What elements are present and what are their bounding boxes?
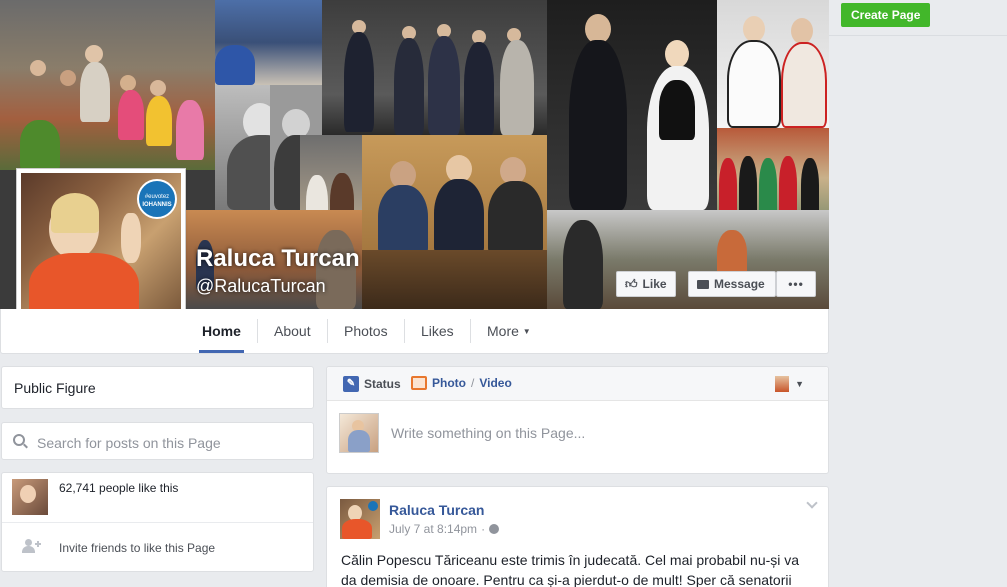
cover-tile-desk — [362, 250, 547, 309]
message-button[interactable]: Message — [688, 271, 776, 297]
cover-tile-meeting — [362, 135, 547, 250]
tab-more[interactable]: More ▼ — [471, 309, 547, 353]
post-author-avatar[interactable] — [340, 499, 380, 539]
post-meta: July 7 at 8:14pm · — [389, 522, 500, 536]
page-title[interactable]: Raluca Turcan — [196, 245, 360, 273]
search-icon-handle — [23, 443, 28, 449]
post-options-chevron-icon[interactable] — [806, 497, 818, 509]
message-icon — [697, 279, 709, 289]
composer-header: ✎ Status Photo / Video ▼ — [327, 367, 828, 401]
more-options-button[interactable]: ••• — [776, 271, 816, 297]
post-author-name[interactable]: Raluca Turcan — [389, 502, 484, 518]
page-category[interactable]: Public Figure — [14, 380, 96, 396]
photo-video-tab[interactable]: Photo / Video — [411, 376, 512, 390]
cover-tile-folk-duo — [717, 0, 829, 128]
thumbs-up-icon: 👍︎ — [625, 276, 638, 291]
cover-tile-keyboard — [215, 0, 322, 85]
pencil-icon: ✎ — [343, 376, 359, 392]
status-tab[interactable]: ✎ Status — [343, 376, 401, 392]
post-text: Călin Popescu Tăriceanu este trimis în j… — [341, 552, 800, 587]
composer-avatar — [339, 413, 379, 453]
divider — [2, 522, 313, 523]
composer-input[interactable]: Write something on this Page... — [391, 425, 585, 441]
post-timestamp[interactable]: July 7 at 8:14pm — [389, 522, 477, 536]
page-avatar-small — [775, 376, 790, 392]
create-page-button[interactable]: Create Page — [841, 3, 931, 27]
page-nav: Home About Photos Likes More ▼ — [0, 309, 829, 354]
tab-about[interactable]: About — [258, 309, 327, 353]
page-handle[interactable]: @RalucaTurcan — [196, 276, 326, 297]
caret-down-icon: ▼ — [795, 379, 804, 389]
cover-tile-crowd — [0, 0, 215, 170]
tab-home[interactable]: Home — [199, 309, 244, 353]
tab-likes[interactable]: Likes — [405, 309, 470, 353]
photo-icon — [411, 376, 427, 390]
post-as-selector[interactable]: ▼ — [775, 376, 804, 392]
globe-icon — [489, 524, 500, 534]
composer: ✎ Status Photo / Video ▼ Write something… — [326, 366, 829, 474]
liker-avatar[interactable] — [12, 479, 48, 515]
likes-count[interactable]: 62,741 people like this — [59, 481, 178, 495]
post: Raluca Turcan July 7 at 8:14pm · Călin P… — [326, 486, 829, 587]
search-posts-input[interactable]: Search for posts on this Page — [37, 435, 221, 451]
like-button[interactable]: 👍︎ Like — [616, 271, 676, 297]
invite-friends-link[interactable]: Invite friends to like this Page — [59, 541, 215, 555]
campaign-badge: #euvotez IOHANNIS — [137, 179, 177, 219]
add-friend-icon — [22, 539, 41, 553]
right-rail: Create Page — [829, 0, 1007, 587]
cover-tile-president — [547, 0, 717, 210]
category-card: Public Figure — [1, 366, 314, 409]
search-card: Search for posts on this Page — [1, 422, 314, 460]
cover-tile-stage — [322, 0, 547, 135]
caret-down-icon: ▼ — [522, 327, 531, 336]
tab-photos[interactable]: Photos — [328, 309, 404, 353]
right-rail-divider — [829, 35, 1007, 36]
ellipsis-icon: ••• — [788, 277, 804, 291]
likes-card: 62,741 people like this Invite friends t… — [1, 472, 314, 572]
